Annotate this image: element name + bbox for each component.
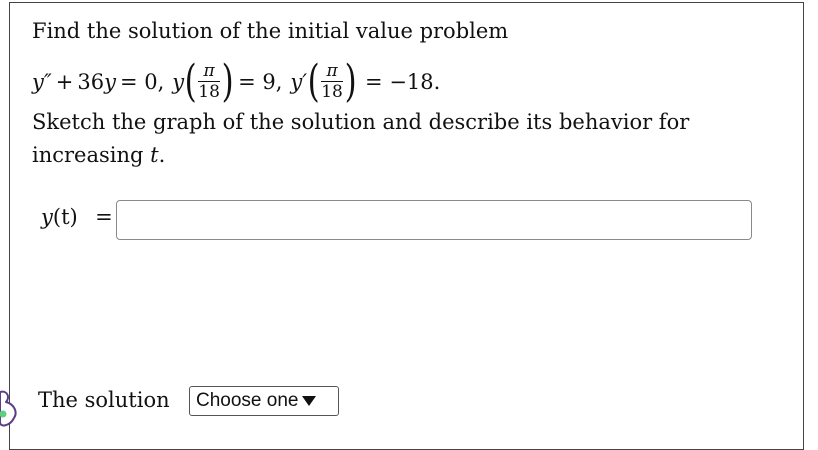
fraction-denominator-second: 18 <box>321 82 343 102</box>
problem-intro: Find the solution of the initial value p… <box>32 19 509 43</box>
eq-y-prime: y′ <box>290 70 308 94</box>
problem-instruction-cont: increasing t. <box>32 143 166 167</box>
fraction-denominator: 18 <box>198 82 220 102</box>
problem-instruction: Sketch the graph of the solution and des… <box>32 110 690 134</box>
eq-y-initial: y <box>172 70 185 94</box>
eq-value-neg18: = −18. <box>365 70 441 94</box>
select-value: Choose one <box>196 390 299 411</box>
problem-panel: Find the solution of the initial value p… <box>9 2 804 450</box>
fraction-numerator-second: π <box>326 61 338 81</box>
solution-behavior-select[interactable]: Choose one <box>189 386 339 416</box>
blob-helper-icon[interactable] <box>0 386 24 432</box>
solution-label: The solution <box>38 388 170 412</box>
fraction-numerator: π <box>203 61 215 81</box>
eq-equals-zero: = 0, <box>119 70 165 94</box>
eq-value-9: = 9, <box>238 70 283 94</box>
dropdown-arrow-icon <box>302 396 317 406</box>
fraction-pi-over-18: π 18 <box>198 63 220 101</box>
variable-t: t <box>150 143 159 167</box>
eq-y: y <box>104 70 116 94</box>
answer-input[interactable] <box>116 200 752 240</box>
fraction-pi-over-18-second: π 18 <box>321 63 343 101</box>
eq-coefficient: 36 <box>77 70 105 94</box>
answer-label: y(t) = <box>41 205 113 229</box>
eq-plus: + <box>55 70 74 94</box>
eq-y-double-prime: y″ <box>32 70 52 94</box>
initial-value-equation: y″ + 36 y = 0, y ( π 18 ) = 9, y′ ( π 18… <box>32 56 441 107</box>
